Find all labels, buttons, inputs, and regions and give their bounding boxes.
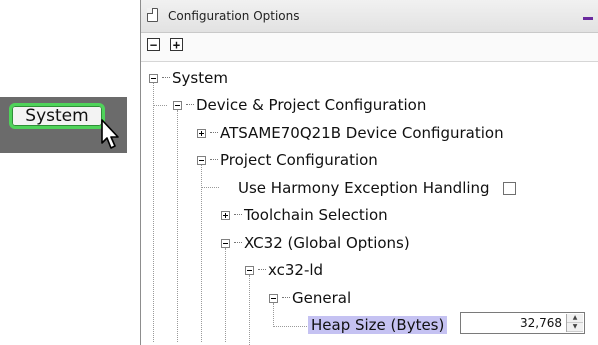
collapse-toggle-icon[interactable] [197,155,206,165]
panel-title: Configuration Options [168,9,300,23]
collapse-all-button[interactable]: − [147,38,160,51]
tree-node-xc32-ld[interactable]: xc32-ld [245,260,323,280]
heap-size-value[interactable]: 32,768 [520,316,562,330]
tree-node-project-config[interactable]: Project Configuration [197,150,378,170]
tree-node-system[interactable]: System [149,68,228,88]
document-icon [147,8,158,22]
tree-label-general: General [292,289,352,307]
tree-label-harmony-exception: Use Harmony Exception Handling [238,179,490,197]
harmony-exception-checkbox[interactable] [502,181,516,195]
tree-node-harmony-exception[interactable]: Use Harmony Exception Handling [238,178,516,198]
tree-label-toolchain: Toolchain Selection [244,206,388,224]
tree-node-toolchain[interactable]: Toolchain Selection [221,205,388,225]
expand-toggle-icon[interactable] [197,128,206,138]
expand-all-button[interactable]: + [170,38,183,51]
callout-panel: System [0,97,127,153]
tree-node-device-project[interactable]: Device & Project Configuration [173,95,426,115]
collapse-toggle-icon[interactable] [221,238,230,248]
collapse-toggle-icon[interactable] [245,265,254,275]
tree-label-xc32-global: XC32 (Global Options) [244,234,410,252]
collapse-toggle-icon[interactable] [149,73,158,83]
minimize-icon[interactable] [583,17,593,20]
tree-label-project-config: Project Configuration [220,151,378,169]
mouse-pointer-icon [101,119,119,149]
tree-node-xc32-global[interactable]: XC32 (Global Options) [221,233,410,253]
collapse-toggle-icon[interactable] [269,293,278,303]
configuration-tree: System Device & Project Configuration AT… [141,62,598,345]
expand-toggle-icon[interactable] [221,210,230,220]
tree-node-heap-size[interactable]: Heap Size (Bytes) [308,315,448,335]
spinner-up-icon[interactable]: ▲ [567,314,583,323]
collapse-toggle-icon[interactable] [173,100,182,110]
tree-node-device-config[interactable]: ATSAME70Q21B Device Configuration [197,123,504,143]
spinner-buttons: ▲ ▼ [566,314,583,332]
tree-label-device-config: ATSAME70Q21B Device Configuration [220,124,504,142]
heap-size-spinner[interactable]: 32,768 ▲ ▼ [460,312,585,334]
tree-label-system: System [172,69,228,87]
tree-toolbar: − + [141,33,598,62]
tree-node-general[interactable]: General [269,288,351,308]
tree-label-xc32-ld: xc32-ld [268,261,324,279]
system-button[interactable]: System [9,103,105,129]
configuration-options-panel: Configuration Options − + System Device … [140,0,598,345]
tree-label-device-project: Device & Project Configuration [196,96,427,114]
tree-label-heap-size: Heap Size (Bytes) [308,316,448,334]
panel-titlebar: Configuration Options [141,0,598,33]
spinner-down-icon[interactable]: ▼ [567,323,583,332]
